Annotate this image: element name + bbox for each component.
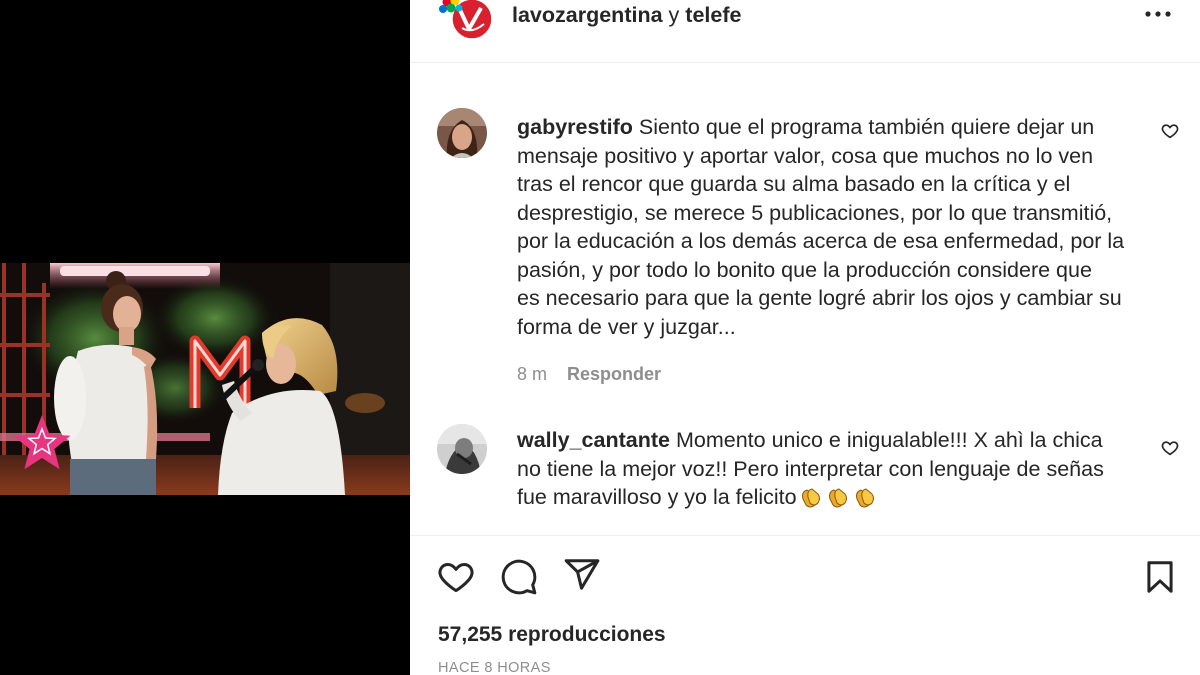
comment-line: es necesario para que la gente logré abr…	[517, 286, 1122, 310]
post-authors: lavozargentina y telefe	[512, 2, 741, 28]
post-media	[0, 0, 410, 675]
post-timestamp[interactable]: HACE 8 HORAS	[438, 661, 551, 675]
comment-line: pasión, y por todo lo bonito que la prod…	[517, 257, 1092, 282]
more-options-icon[interactable]	[1143, 4, 1173, 24]
clapping-hands-icon	[797, 484, 823, 510]
comment-line: no tiene la mejor voz!! Pero interpretar…	[517, 456, 1104, 481]
comment-line: por la educación a los demás acerca de e…	[517, 229, 1125, 253]
comment-line: forma de ver y juzgar...	[517, 314, 736, 339]
comment-time: 8 m	[517, 364, 548, 384]
comment-text: fue maravilloso y yo la felicito	[517, 485, 797, 509]
comment-bubble-icon[interactable]	[500, 558, 538, 596]
comment-username[interactable]: wally_cantante	[517, 428, 670, 452]
comment-line: fue maravilloso y yo la felicito	[517, 483, 1147, 512]
author-avatar[interactable]	[438, 0, 498, 42]
like-heart-icon[interactable]	[437, 558, 475, 596]
author-username[interactable]: lavozargentina	[512, 3, 663, 27]
comment-line: wally_cantante Momento unico e inigualabl…	[517, 426, 1147, 455]
comment-body: gabyrestifo Siento que el programa tambié…	[517, 113, 1147, 341]
post-panel: lavozargentina y telefe gabyrestifo Siento …	[410, 0, 1200, 675]
clapping-hands-icon	[851, 484, 877, 510]
comment-like-heart-icon[interactable]	[1161, 439, 1179, 457]
video-player[interactable]	[0, 263, 410, 495]
header-divider	[410, 62, 1200, 63]
comment-body: wally_cantante Momento unico e inigualabl…	[517, 426, 1147, 512]
author-joiner: y	[668, 3, 680, 27]
comment-text: Siento que el programa también quiere de…	[638, 115, 1095, 139]
bookmark-icon[interactable]	[1141, 558, 1179, 596]
comment-line: tras el rencor que guarda su alma basado…	[517, 172, 1071, 196]
comment-meta: 8 m Responder	[517, 363, 817, 385]
comment-line: desprestigio, se merece 5 publicaciones,…	[517, 200, 1113, 225]
actions-divider	[410, 535, 1200, 536]
coauthor-username[interactable]: telefe	[685, 3, 741, 27]
clapping-hands-icon	[824, 484, 850, 510]
reply-button[interactable]: Responder	[567, 363, 661, 385]
comment-line: mensaje positivo y aportar valor, cosa q…	[517, 143, 1094, 168]
view-count[interactable]: 57,255 reproducciones	[438, 623, 666, 647]
comment-line: gabyrestifo Siento que el programa tambié…	[517, 113, 1147, 142]
send-icon[interactable]	[563, 556, 601, 594]
comment-like-heart-icon[interactable]	[1161, 122, 1179, 140]
commenter-avatar[interactable]	[437, 108, 487, 158]
comment-username[interactable]: gabyrestifo	[517, 115, 633, 139]
comment-text: Momento unico e inigualable!!! X ahì la …	[675, 428, 1103, 452]
commenter-avatar[interactable]	[437, 424, 487, 474]
